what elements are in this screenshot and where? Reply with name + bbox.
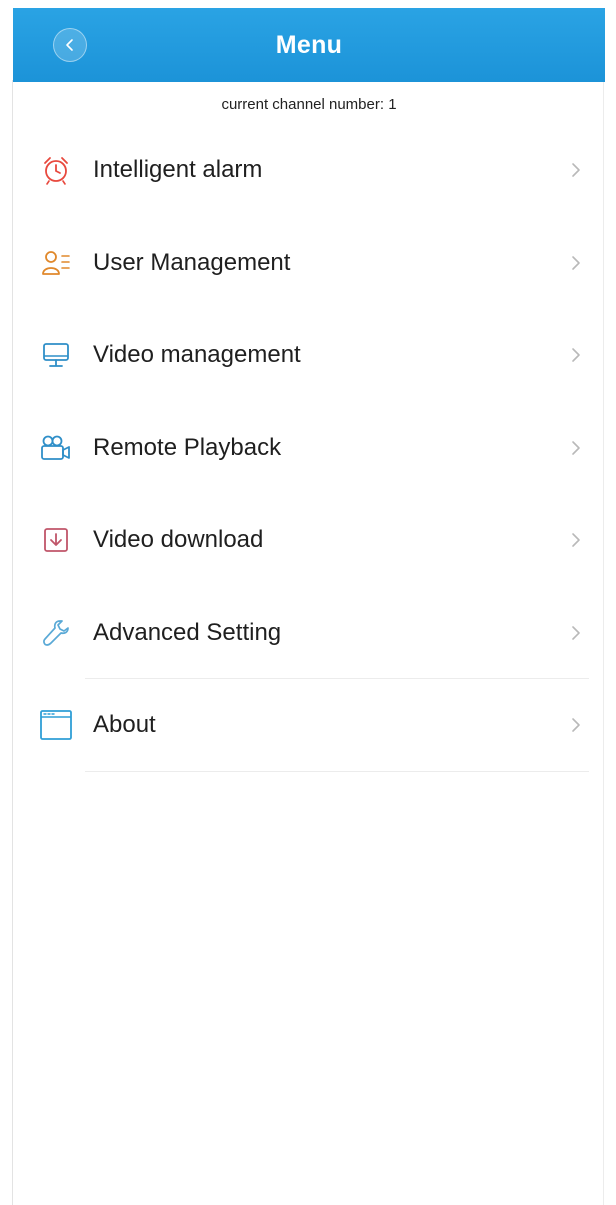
menu-item-user-management[interactable]: User Management bbox=[13, 217, 605, 310]
page-title: Menu bbox=[275, 30, 343, 59]
video-camera-icon bbox=[39, 431, 73, 465]
browser-window-icon bbox=[39, 708, 73, 742]
chevron-right-icon bbox=[569, 345, 583, 365]
menu-item-video-download[interactable]: Video download bbox=[13, 494, 605, 587]
wrench-icon bbox=[39, 616, 73, 650]
menu-list: Intelligent alarm User Management Video … bbox=[13, 124, 605, 772]
back-button[interactable] bbox=[53, 28, 87, 62]
chevron-left-icon bbox=[66, 39, 73, 51]
chevron-right-icon bbox=[569, 715, 583, 735]
menu-item-label: Video download bbox=[93, 526, 264, 554]
menu-item-label: Intelligent alarm bbox=[93, 156, 263, 184]
menu-item-label: Video management bbox=[93, 341, 301, 369]
menu-item-label: About bbox=[93, 711, 156, 739]
menu-item-about[interactable]: About bbox=[13, 679, 605, 772]
menu-item-label: User Management bbox=[93, 248, 291, 276]
chevron-right-icon bbox=[569, 530, 583, 550]
chevron-right-icon bbox=[569, 438, 583, 458]
divider bbox=[85, 770, 589, 772]
menu-item-video-management[interactable]: Video management bbox=[13, 309, 605, 402]
download-box-icon bbox=[39, 523, 73, 557]
menu-item-remote-playback[interactable]: Remote Playback bbox=[13, 402, 605, 495]
alarm-clock-icon bbox=[39, 153, 73, 187]
monitor-icon bbox=[39, 338, 73, 372]
navigation-bar: Menu bbox=[13, 8, 605, 82]
user-list-icon bbox=[39, 246, 73, 280]
chevron-right-icon bbox=[569, 623, 583, 643]
app-screen: Menu current channel number: 1 Intellige… bbox=[0, 0, 616, 1205]
channel-number-label: current channel number: 1 bbox=[221, 95, 397, 113]
menu-item-intelligent-alarm[interactable]: Intelligent alarm bbox=[13, 124, 605, 217]
menu-item-label: Advanced Setting bbox=[93, 618, 282, 646]
chevron-right-icon bbox=[569, 253, 583, 273]
menu-item-advanced-setting[interactable]: Advanced Setting bbox=[13, 587, 605, 679]
chevron-right-icon bbox=[569, 160, 583, 180]
menu-item-label: Remote Playback bbox=[93, 433, 282, 461]
